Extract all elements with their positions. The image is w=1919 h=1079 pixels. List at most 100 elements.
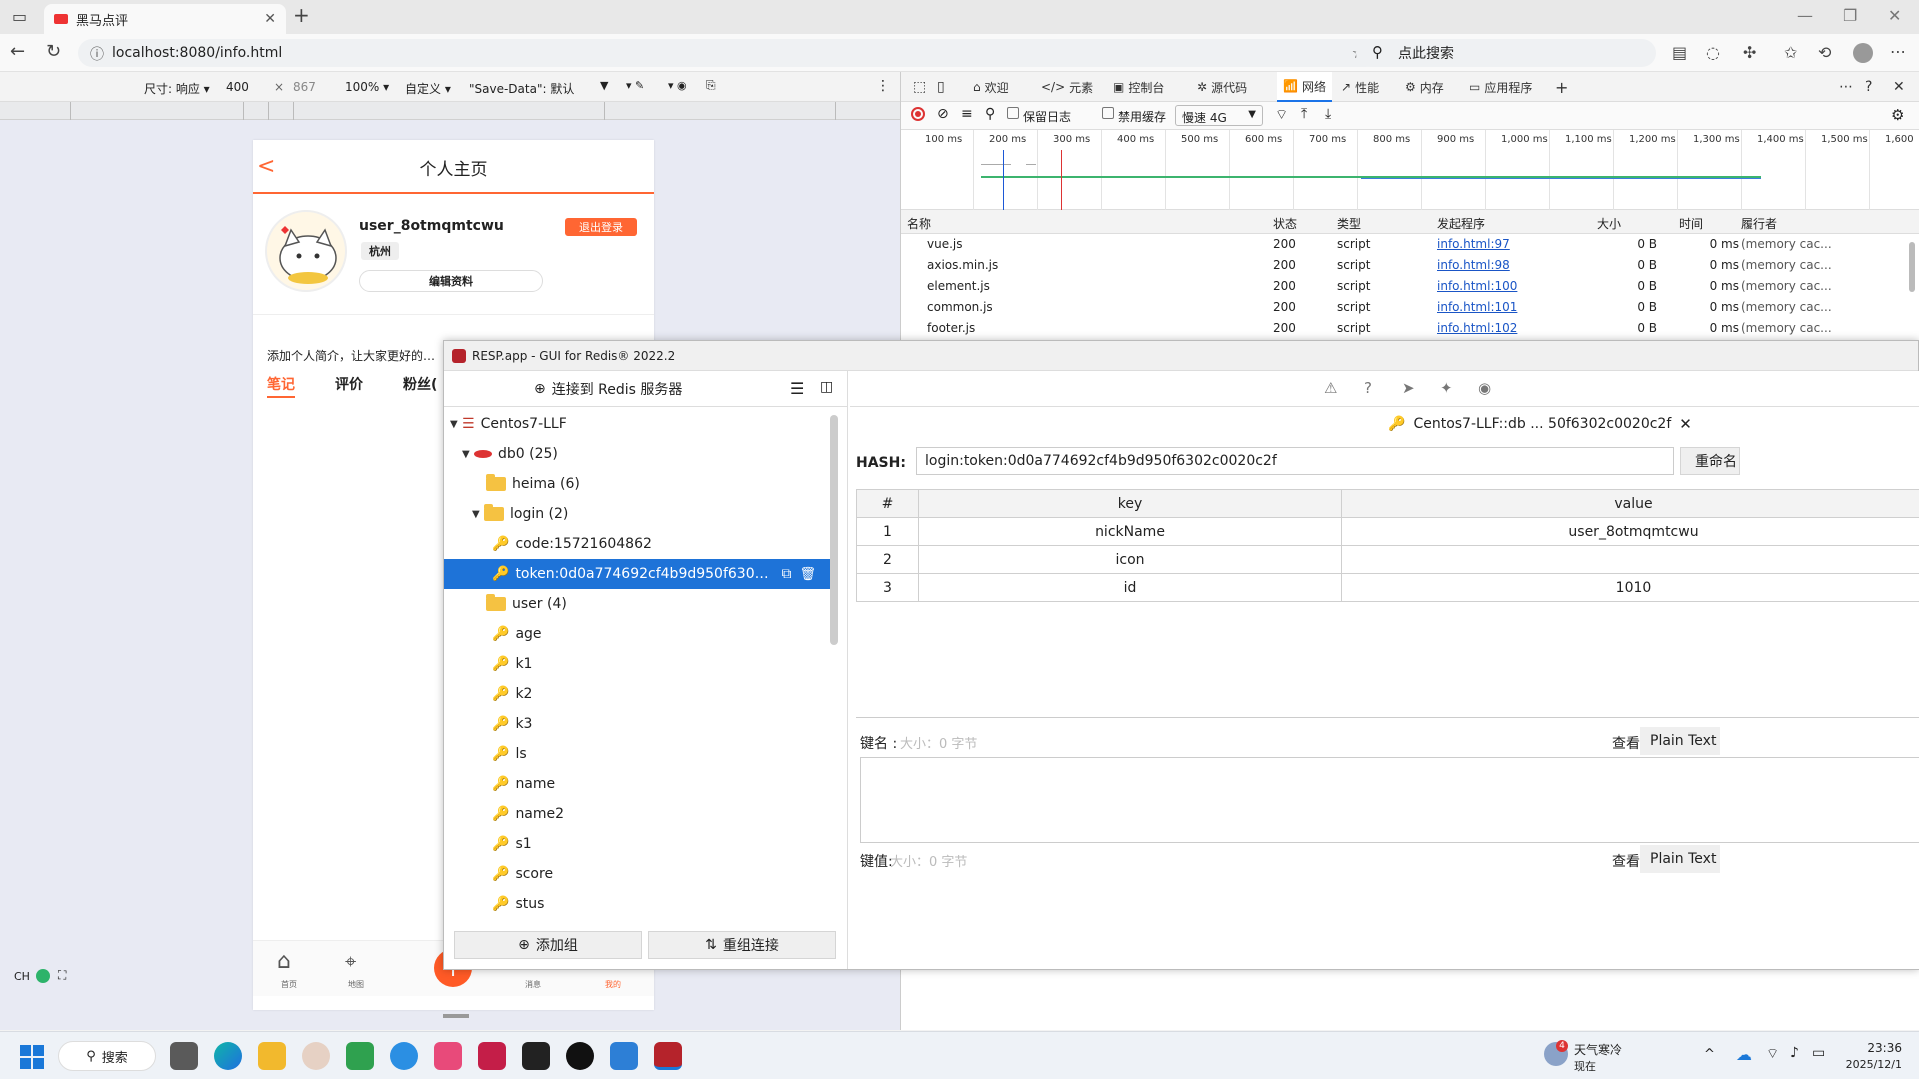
extensions-icon[interactable]: ✣ [1743, 45, 1756, 61]
reconnect-button[interactable]: ⇅ 重组连接 [648, 931, 836, 959]
intro-text[interactable]: 添加个人简介，让大家更好的认识你 [267, 347, 443, 364]
edit-profile-button[interactable]: 编辑资料 [359, 270, 543, 292]
tab-welcome[interactable]: ⌂ 欢迎 [973, 72, 1009, 102]
tab-sources[interactable]: ✲ 源代码 [1197, 72, 1247, 102]
network-column-header[interactable]: 大小 [1597, 215, 1621, 232]
tab-console[interactable]: ▣ 控制台 [1113, 72, 1164, 102]
request-initiator[interactable]: info.html:97 [1437, 237, 1510, 251]
throttle-select[interactable]: 自定义 ▾ [405, 80, 451, 97]
tab-notes[interactable]: 笔记 [267, 374, 295, 394]
cloud-app-icon[interactable] [390, 1042, 418, 1070]
browser-tab[interactable]: 黑马点评 ✕ [44, 4, 286, 34]
task-view-icon[interactable] [170, 1042, 198, 1070]
history-icon[interactable]: ⟲ [1818, 45, 1831, 61]
taskbar-search[interactable]: ⚲ 搜索 [58, 1041, 156, 1071]
twitter-icon[interactable]: ✦ [1440, 379, 1453, 397]
table-row[interactable]: 2 icon [856, 545, 1919, 574]
column-header[interactable]: # [856, 489, 919, 518]
filter-icon[interactable]: ≡ [961, 106, 973, 122]
favorites-icon[interactable]: ✩ [1784, 45, 1797, 61]
tracking-icon[interactable]: ◌ [1706, 45, 1720, 61]
device-toggle-icon[interactable]: ▯ [937, 72, 945, 102]
help-icon[interactable]: ? [1865, 72, 1872, 102]
network-column-header[interactable]: 类型 [1337, 215, 1361, 232]
tab-network[interactable]: 📶 网络 [1277, 72, 1332, 102]
copy-icon[interactable]: ⧉ [781, 566, 791, 582]
connect-server-button[interactable]: ⊕ 连接到 Redis 服务器 [534, 379, 682, 399]
tree-item[interactable]: 🔑 name2 [444, 799, 834, 829]
clock-time[interactable]: 23:36 [1842, 1041, 1902, 1055]
add-tab-icon[interactable]: + [1555, 72, 1568, 102]
tree-item[interactable]: 🔑 k3 [444, 709, 834, 739]
tab-actions-icon[interactable]: ▭ [12, 9, 27, 25]
network-settings-icon[interactable]: ⚙ [1891, 106, 1904, 124]
split-view-icon[interactable]: ◫ [820, 379, 833, 395]
network-conditions-icon[interactable]: ⌔ [1275, 106, 1288, 124]
close-window-icon[interactable]: ✕ [1888, 8, 1901, 24]
minimize-icon[interactable]: — [1797, 8, 1813, 24]
close-tab-icon[interactable]: ✕ [264, 11, 276, 27]
logout-button[interactable]: 退出登录 [565, 218, 637, 236]
tree-scrollbar[interactable] [830, 415, 838, 645]
key-tab[interactable]: 🔑 Centos7-LLF::db ... 50f6302c0020c2f ✕ [1388, 415, 1692, 433]
tab-fans[interactable]: 粉丝( [403, 374, 437, 394]
close-devtools-icon[interactable]: ✕ [1893, 72, 1905, 102]
column-header[interactable]: value [1341, 489, 1919, 518]
import-icon[interactable]: ⤒ [1301, 106, 1307, 122]
list-view-icon[interactable]: ☰ [790, 379, 804, 398]
github-icon[interactable]: ◉ [1478, 379, 1491, 397]
help-circle-icon[interactable]: ? [1364, 379, 1372, 397]
more-menu-icon[interactable]: ⋯ [1890, 44, 1906, 60]
expand-triangle-icon[interactable]: ▼ [462, 449, 474, 460]
tab-performance[interactable]: ↗ 性能 [1341, 72, 1379, 102]
resize-handle[interactable] [443, 1014, 469, 1018]
address-bar[interactable]: ⓘ localhost:8080/info.html ☆ [78, 39, 1380, 67]
preserve-log-checkbox[interactable] [1007, 107, 1019, 119]
disable-cache-checkbox[interactable] [1102, 107, 1114, 119]
onedrive-icon[interactable]: ☁ [1736, 1045, 1752, 1064]
resp-taskbar-icon[interactable] [654, 1042, 682, 1070]
sensor-icon[interactable]: ▾ ◉ [668, 79, 687, 92]
tree-item[interactable]: heima (6) [444, 469, 834, 499]
throttle-dropdown[interactable]: 慢速 4G ▼ [1175, 105, 1263, 126]
rename-button[interactable]: 重命名 [1680, 447, 1740, 475]
tree-item[interactable]: 🔑 age [444, 619, 834, 649]
tree-item[interactable]: 🔑 token:0d0a774692cf4b9d950f6302c0020c2f ⧉… [444, 559, 834, 589]
hash-key-input[interactable]: login:token:0d0a774692cf4b9d950f6302c002… [916, 447, 1674, 475]
reading-view-icon[interactable]: ▤ [1672, 45, 1687, 61]
network-column-header[interactable]: 发起程序 [1437, 215, 1485, 232]
tree-item[interactable]: 🔑 name [444, 769, 834, 799]
clock-date[interactable]: 2025/12/1 [1826, 1058, 1902, 1071]
request-initiator[interactable]: info.html:100 [1437, 279, 1517, 293]
format-select[interactable]: Plain Text [1640, 727, 1720, 755]
telegram-icon[interactable]: ➤ [1402, 379, 1415, 397]
wifi-icon[interactable]: ⌔ [1766, 1045, 1779, 1063]
devtools-more-icon[interactable]: ⋯ [1839, 72, 1853, 102]
media-app-icon[interactable] [434, 1042, 462, 1070]
edge-icon[interactable] [214, 1042, 242, 1070]
back-icon[interactable]: ← [10, 43, 25, 61]
volume-icon[interactable]: ♪ [1790, 1045, 1799, 1061]
request-row[interactable]: vue.js 200 script info.html:97 0 B 0 ms (memor… [901, 234, 1919, 255]
save-data-select[interactable]: "Save-Data": 默认 [469, 80, 574, 97]
refresh-icon[interactable]: ↻ [46, 43, 61, 61]
clear-icon[interactable]: ⊘ [937, 106, 949, 122]
network-column-header[interactable]: 时间 [1679, 215, 1703, 232]
request-row[interactable]: axios.min.js 200 script info.html:98 0 B 0 ms… [901, 255, 1919, 276]
tree-item[interactable]: 🔑 s1 [444, 829, 834, 859]
warning-icon[interactable]: ⚠ [1324, 379, 1337, 397]
zoom-select[interactable]: 100% ▾ [345, 80, 389, 94]
close-key-tab-icon[interactable]: ✕ [1679, 415, 1692, 433]
restore-icon[interactable]: ❐ [1843, 8, 1857, 24]
tab-reviews[interactable]: 评价 [335, 374, 363, 394]
key-name-editor[interactable] [860, 757, 1919, 843]
network-column-header[interactable]: 履行者 [1741, 215, 1777, 232]
tab-elements[interactable]: </> 元素 [1041, 72, 1093, 102]
record-icon[interactable] [911, 107, 925, 121]
capture-icon[interactable]: ⎘ [706, 78, 716, 93]
inspect-icon[interactable]: ⬚ [913, 72, 926, 102]
qq-icon[interactable] [566, 1042, 594, 1070]
intellij-icon[interactable] [478, 1042, 506, 1070]
network-column-header[interactable]: 名称 [907, 215, 931, 232]
new-tab-icon[interactable]: + [293, 5, 310, 25]
